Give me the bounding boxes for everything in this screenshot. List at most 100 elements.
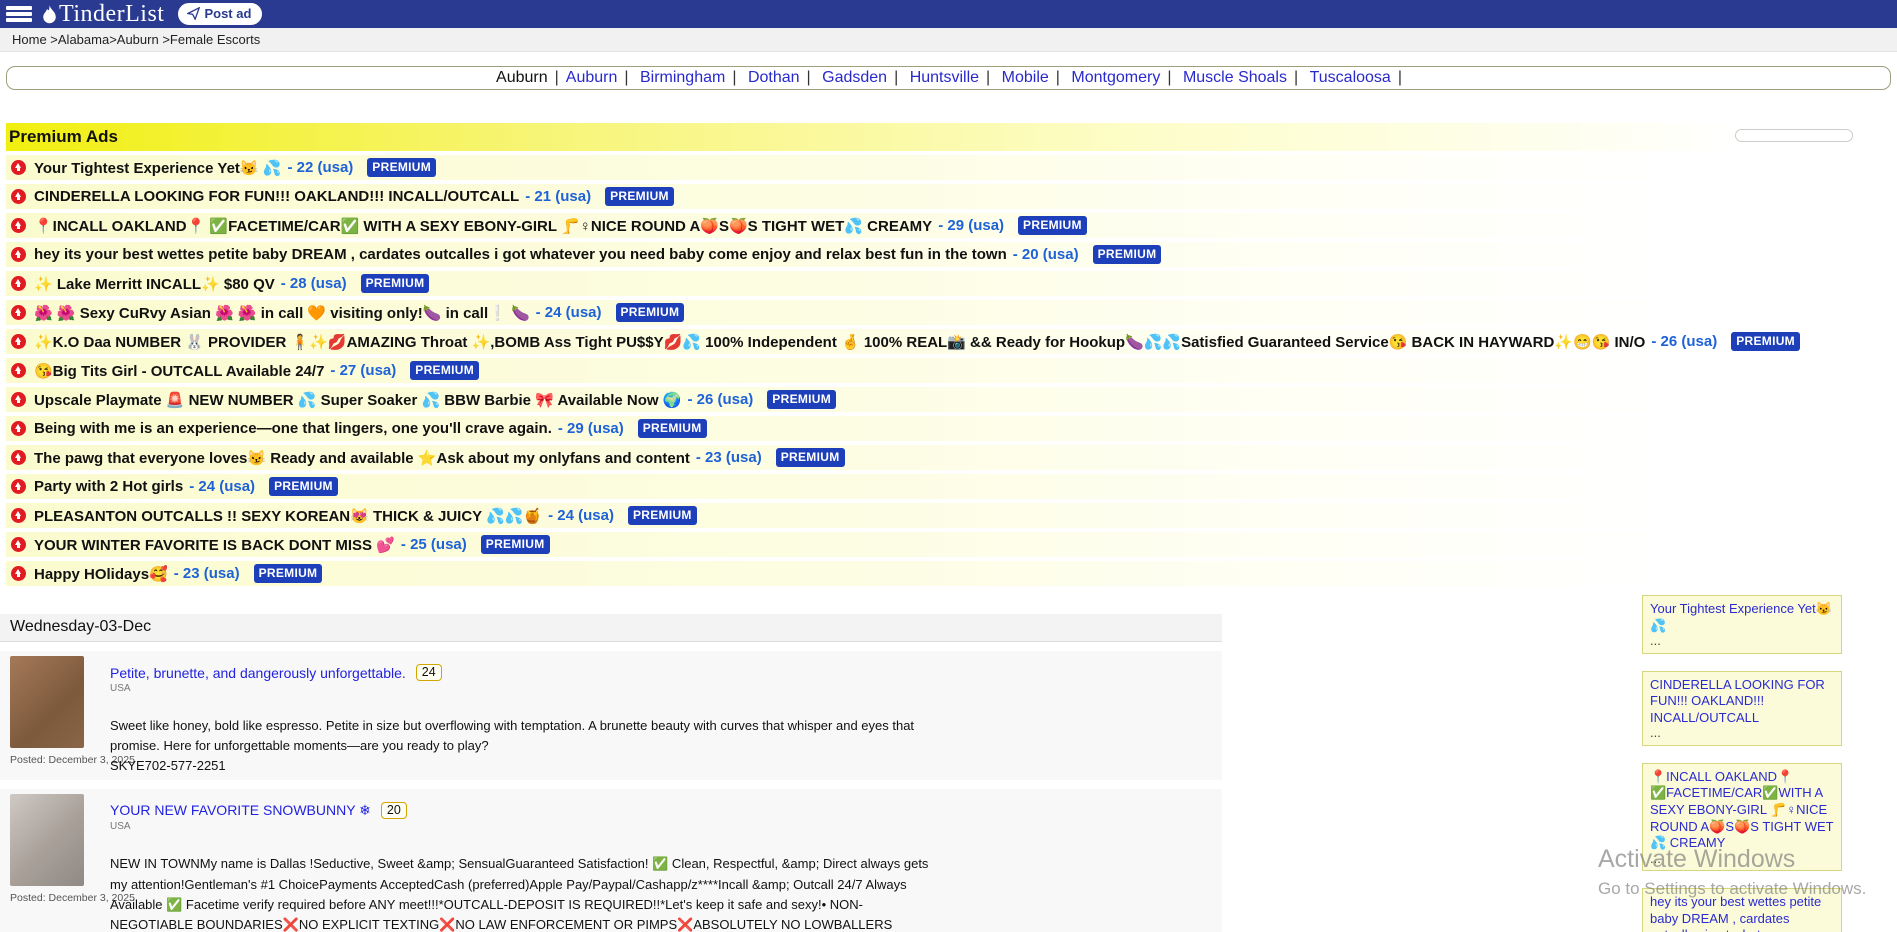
premium-ad-text[interactable]: Being with me is an experience—one that …	[34, 420, 552, 437]
premium-ad-text[interactable]: 📍INCALL OAKLAND📍 ✅FACETIME/CAR✅ WITH A S…	[34, 217, 932, 235]
sidebar-ad-ellipsis: ...	[1650, 726, 1835, 740]
premium-ad-text[interactable]: 😘Big Tits Girl - OUTCALL Available 24/7	[34, 362, 324, 380]
sidebar-ad-text[interactable]: CINDERELLA LOOKING FOR FUN!!! OAKLAND!!!…	[1650, 677, 1835, 727]
boost-arrow-icon[interactable]	[11, 189, 26, 204]
breadcrumb[interactable]: Home >Alabama>Auburn >Female Escorts	[12, 32, 260, 47]
premium-ad-row[interactable]: The pawg that everyone loves😼 Ready and …	[6, 445, 1891, 470]
premium-ad-row[interactable]: Party with 2 Hot girls - 24 (usa) PREMIU…	[6, 474, 1891, 499]
premium-badge[interactable]: PREMIUM	[254, 564, 323, 583]
listing-title-link[interactable]: Petite, brunette, and dangerously unforg…	[110, 665, 406, 681]
city-link[interactable]: Montgomery	[1071, 69, 1160, 86]
boost-arrow-icon[interactable]	[11, 392, 26, 407]
premium-badge[interactable]: PREMIUM	[605, 187, 674, 206]
premium-ad-row[interactable]: YOUR WINTER FAVORITE IS BACK DONT MISS 💕…	[6, 532, 1891, 557]
boost-arrow-icon[interactable]	[11, 566, 26, 581]
city-link[interactable]: Muscle Shoals	[1183, 69, 1287, 86]
premium-ad-row[interactable]: Happy HOlidays🥰 - 23 (usa) PREMIUM	[6, 561, 1891, 586]
premium-ad-row[interactable]: Upscale Playmate 🚨 NEW NUMBER 💦 Super So…	[6, 387, 1891, 412]
sidebar-ad-box[interactable]: Your Tightest Experience Yet😼 💦 ...	[1642, 595, 1842, 654]
premium-ad-row[interactable]: ✨ Lake Merritt INCALL✨ $80 QV - 28 (usa)…	[6, 271, 1891, 296]
premium-badge[interactable]: PREMIUM	[1018, 216, 1087, 235]
sidebar-ad-text[interactable]: 📍INCALL OAKLAND📍 ✅FACETIME/CAR✅WITH A SE…	[1650, 769, 1835, 852]
boost-arrow-icon[interactable]	[11, 537, 26, 552]
city-link[interactable]: Dothan	[748, 69, 800, 86]
boost-arrow-icon[interactable]	[11, 218, 26, 233]
premium-ad-text[interactable]: Your Tightest Experience Yet😼 💦	[34, 159, 281, 177]
premium-badge[interactable]: PREMIUM	[1093, 245, 1162, 264]
post-ad-button[interactable]: Post ad	[178, 3, 262, 25]
sidebar-ad-text[interactable]: Your Tightest Experience Yet😼 💦	[1650, 601, 1835, 634]
premium-badge[interactable]: PREMIUM	[638, 419, 707, 438]
age-badge: 24	[416, 664, 442, 681]
boost-arrow-icon[interactable]	[11, 247, 26, 262]
city-link[interactable]: Huntsville	[910, 69, 979, 86]
boost-arrow-icon[interactable]	[11, 450, 26, 465]
premium-ad-age: - 22 (usa)	[287, 159, 353, 176]
premium-ad-text[interactable]: YOUR WINTER FAVORITE IS BACK DONT MISS 💕	[34, 536, 395, 554]
listing-title-link[interactable]: YOUR NEW FAVORITE SNOWBUNNY ❄	[110, 802, 371, 819]
boost-arrow-icon[interactable]	[11, 305, 26, 320]
premium-ad-text[interactable]: The pawg that everyone loves😼 Ready and …	[34, 449, 690, 467]
premium-badge[interactable]: PREMIUM	[616, 303, 685, 322]
sidebar-ad-text[interactable]: hey its your best wettes petite baby DRE…	[1650, 894, 1835, 932]
premium-badge[interactable]: PREMIUM	[481, 535, 550, 554]
city-link[interactable]: Birmingham	[640, 69, 725, 86]
sidebar-ad-box[interactable]: CINDERELLA LOOKING FOR FUN!!! OAKLAND!!!…	[1642, 671, 1842, 746]
premium-ad-row[interactable]: 🌺 🌺 Sexy CuRvy Asian 🌺 🌺 in call 🧡 visit…	[6, 300, 1891, 325]
city-link[interactable]: Gadsden	[822, 69, 887, 86]
listing-photo-column: Posted: December 3, 2025	[10, 656, 92, 776]
city-separator: |	[1294, 69, 1298, 86]
brand-name: TinderList	[59, 1, 164, 28]
premium-badge[interactable]: PREMIUM	[767, 390, 836, 409]
city-separator: |	[732, 69, 736, 86]
premium-badge[interactable]: PREMIUM	[628, 506, 697, 525]
premium-ad-row[interactable]: hey its your best wettes petite baby DRE…	[6, 242, 1891, 267]
boost-arrow-icon[interactable]	[11, 421, 26, 436]
premium-ad-row[interactable]: 😘Big Tits Girl - OUTCALL Available 24/7 …	[6, 358, 1891, 383]
premium-badge[interactable]: PREMIUM	[269, 477, 338, 496]
boost-arrow-icon[interactable]	[11, 160, 26, 175]
brand-logo[interactable]: TinderList	[42, 1, 164, 28]
city-link[interactable]: Mobile	[1002, 69, 1049, 86]
sidebar-ad-box[interactable]: hey its your best wettes petite baby DRE…	[1642, 888, 1842, 932]
listing-photo[interactable]	[10, 656, 84, 748]
sidebar-ad-box[interactable]: 📍INCALL OAKLAND📍 ✅FACETIME/CAR✅WITH A SE…	[1642, 763, 1842, 871]
premium-ad-row[interactable]: PLEASANTON OUTCALLS !! SEXY KOREAN😻 THIC…	[6, 503, 1891, 528]
premium-badge[interactable]: PREMIUM	[1731, 332, 1800, 351]
premium-ad-text[interactable]: Upscale Playmate 🚨 NEW NUMBER 💦 Super So…	[34, 391, 681, 409]
boost-arrow-icon[interactable]	[11, 479, 26, 494]
boost-arrow-icon[interactable]	[11, 508, 26, 523]
premium-ad-row[interactable]: CINDERELLA LOOKING FOR FUN!!! OAKLAND!!!…	[6, 184, 1891, 209]
city-separator: |	[986, 69, 990, 86]
premium-ads-section: Premium Ads Your Tightest Experience Yet…	[6, 123, 1891, 586]
premium-ad-text[interactable]: PLEASANTON OUTCALLS !! SEXY KOREAN😻 THIC…	[34, 507, 542, 525]
premium-ad-row[interactable]: Being with me is an experience—one that …	[6, 416, 1891, 441]
premium-ad-text[interactable]: ✨K.O Daa NUMBER 🐰 PROVIDER 🧍✨💋AMAZING Th…	[34, 333, 1645, 351]
sidebar-ad-ellipsis: ...	[1650, 634, 1835, 648]
premium-ad-text[interactable]: Happy HOlidays🥰	[34, 565, 168, 583]
premium-ad-text[interactable]: ✨ Lake Merritt INCALL✨ $80 QV	[34, 275, 275, 293]
premium-badge[interactable]: PREMIUM	[361, 274, 430, 293]
premium-ad-text[interactable]: hey its your best wettes petite baby DRE…	[34, 246, 1007, 263]
listing-photo[interactable]	[10, 794, 84, 886]
premium-ad-age: - 23 (usa)	[174, 565, 240, 582]
premium-ad-text[interactable]: 🌺 🌺 Sexy CuRvy Asian 🌺 🌺 in call 🧡 visit…	[34, 304, 530, 322]
premium-ad-row[interactable]: ✨K.O Daa NUMBER 🐰 PROVIDER 🧍✨💋AMAZING Th…	[6, 329, 1891, 354]
premium-badge[interactable]: PREMIUM	[410, 361, 479, 380]
premium-ad-text[interactable]: Party with 2 Hot girls	[34, 478, 183, 495]
premium-ad-age: - 24 (usa)	[548, 507, 614, 524]
premium-ad-text[interactable]: CINDERELLA LOOKING FOR FUN!!! OAKLAND!!!…	[34, 188, 519, 205]
boost-arrow-icon[interactable]	[11, 363, 26, 378]
boost-arrow-icon[interactable]	[11, 334, 26, 349]
premium-ad-row[interactable]: 📍INCALL OAKLAND📍 ✅FACETIME/CAR✅ WITH A S…	[6, 213, 1891, 238]
premium-ad-age: - 26 (usa)	[687, 391, 753, 408]
premium-badge[interactable]: PREMIUM	[367, 158, 436, 177]
listing-body: YOUR NEW FAVORITE SNOWBUNNY ❄ 20 USA NEW…	[110, 794, 930, 932]
city-link[interactable]: Tuscaloosa	[1310, 69, 1391, 86]
listing-row: Posted: December 3, 2025 YOUR NEW FAVORI…	[0, 789, 1222, 932]
hamburger-menu-icon[interactable]	[6, 4, 32, 24]
premium-ad-row[interactable]: Your Tightest Experience Yet😼 💦 - 22 (us…	[6, 155, 1891, 180]
boost-arrow-icon[interactable]	[11, 276, 26, 291]
city-link[interactable]: Auburn	[566, 69, 618, 86]
premium-badge[interactable]: PREMIUM	[776, 448, 845, 467]
